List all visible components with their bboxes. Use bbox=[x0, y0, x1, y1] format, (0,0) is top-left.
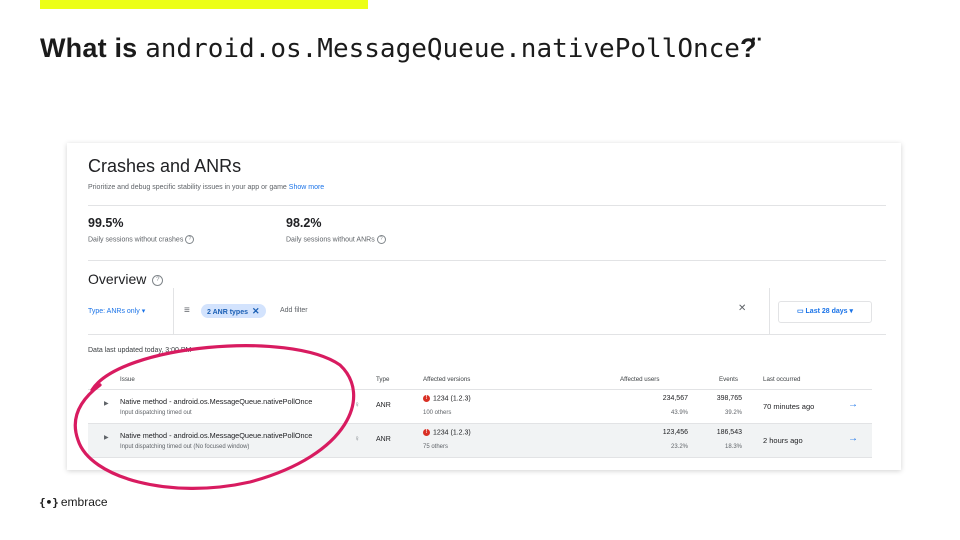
table-row[interactable]: ▶ Native method - android.os.MessageQueu… bbox=[88, 389, 872, 423]
anr-free-label-text: Daily sessions without ANRs bbox=[286, 236, 375, 244]
events-pct: 39.2% bbox=[724, 410, 742, 416]
slide-title-code: android.os.MessageQueue.nativePollOnce bbox=[145, 34, 740, 64]
events-count: 186,543 bbox=[716, 429, 742, 436]
last-occurred: 2 hours ago bbox=[763, 436, 803, 445]
slide-title-suffix: ?̈ bbox=[739, 33, 757, 63]
page-subtitle-text: Prioritize and debug specific stability … bbox=[88, 184, 287, 191]
lightbulb-icon: ♀ bbox=[354, 400, 360, 409]
issue-type: ANR bbox=[376, 402, 391, 409]
error-icon: ! bbox=[423, 395, 430, 402]
affected-versions-others: 100 others bbox=[423, 410, 452, 416]
expand-icon[interactable]: ▶ bbox=[104, 400, 109, 407]
divider bbox=[173, 288, 174, 334]
anr-types-chip[interactable]: 2 ANR types ✕ bbox=[201, 304, 266, 318]
accent-bar bbox=[40, 0, 368, 9]
close-icon[interactable]: ✕ bbox=[252, 306, 260, 316]
affected-version: ! 1234 (1.2.3) bbox=[423, 395, 471, 402]
crash-free-label: Daily sessions without crashes? bbox=[88, 235, 195, 244]
slide-title: What is android.os.MessageQueue.nativePo… bbox=[40, 33, 757, 64]
add-filter-input[interactable]: Add filter bbox=[280, 307, 308, 314]
data-updated-text: Data last updated today, 3:00 PM bbox=[88, 347, 192, 354]
column-header-type[interactable]: Type bbox=[376, 376, 389, 383]
divider bbox=[88, 260, 886, 261]
column-header-affected-users[interactable]: Affected users bbox=[620, 376, 659, 383]
date-range-label: Last 28 days bbox=[805, 308, 848, 315]
divider bbox=[88, 205, 886, 206]
overview-title: Overview ? bbox=[88, 271, 164, 287]
type-filter-dropdown[interactable]: Type: ANRs only ▾ bbox=[88, 307, 145, 315]
affected-version: ! 1234 (1.2.3) bbox=[423, 429, 471, 436]
table-row[interactable]: ▶ Native method - android.os.MessageQueu… bbox=[88, 423, 872, 458]
column-header-issue[interactable]: Issue bbox=[120, 376, 135, 383]
help-icon[interactable]: ? bbox=[185, 235, 195, 244]
divider bbox=[769, 288, 770, 334]
affected-users: 234,567 bbox=[662, 395, 688, 402]
affected-version-text: 1234 (1.2.3) bbox=[433, 429, 471, 437]
page-title: Crashes and ANRs bbox=[88, 156, 242, 176]
help-icon[interactable]: ? bbox=[376, 235, 386, 244]
arrow-right-icon[interactable]: → bbox=[848, 433, 858, 444]
divider bbox=[88, 334, 886, 335]
brand-footer: {•} embrace bbox=[39, 495, 108, 509]
issue-type: ANR bbox=[376, 436, 391, 443]
filter-icon[interactable]: ≡ bbox=[184, 305, 190, 316]
affected-users-pct: 23.2% bbox=[670, 444, 688, 450]
affected-users-pct: 43.9% bbox=[670, 410, 688, 416]
last-occurred: 70 minutes ago bbox=[763, 402, 815, 411]
page-subtitle: Prioritize and debug specific stability … bbox=[88, 184, 324, 191]
show-more-link[interactable]: Show more bbox=[289, 184, 324, 191]
affected-users-cell: 234,567 43.9% bbox=[628, 390, 688, 423]
affected-users-cell: 123,456 23.2% bbox=[628, 424, 688, 457]
anr-types-chip-label: 2 ANR types bbox=[207, 309, 248, 316]
affected-users: 123,456 bbox=[662, 429, 688, 436]
slide-title-prefix: What is bbox=[40, 33, 146, 63]
embrace-logo-icon: {•} bbox=[39, 496, 59, 509]
lightbulb-icon: ♀ bbox=[354, 434, 360, 443]
column-header-events[interactable]: Events bbox=[719, 376, 738, 383]
events-count: 398,765 bbox=[716, 395, 742, 402]
expand-icon[interactable]: ▶ bbox=[104, 434, 109, 441]
help-icon[interactable]: ? bbox=[152, 274, 164, 286]
calendar-icon: ▭ bbox=[796, 308, 806, 315]
events-cell: 398,765 39.2% bbox=[698, 390, 742, 423]
console-screenshot: Crashes and ANRs Prioritize and debug sp… bbox=[67, 143, 901, 470]
issue-subtitle: Input dispatching timed out bbox=[120, 410, 192, 416]
issue-title[interactable]: Native method - android.os.MessageQueue.… bbox=[120, 397, 312, 406]
anr-free-value: 98.2% bbox=[286, 216, 322, 230]
brand-name: embrace bbox=[60, 495, 108, 509]
issue-subtitle: Input dispatching timed out (No focused … bbox=[120, 444, 250, 450]
issue-title[interactable]: Native method - android.os.MessageQueue.… bbox=[120, 431, 312, 440]
crash-free-label-text: Daily sessions without crashes bbox=[88, 236, 184, 244]
column-header-affected-versions[interactable]: Affected versions bbox=[423, 376, 470, 383]
date-range-button[interactable]: ▭ Last 28 days ▾ bbox=[778, 301, 872, 323]
column-header-last-occurred[interactable]: Last occurred bbox=[763, 376, 801, 383]
clear-filters-icon[interactable]: ✕ bbox=[738, 303, 746, 314]
affected-versions-others: 75 others bbox=[423, 444, 449, 450]
events-cell: 186,543 18.3% bbox=[698, 424, 742, 457]
affected-version-text: 1234 (1.2.3) bbox=[433, 395, 471, 403]
events-pct: 18.3% bbox=[724, 444, 742, 450]
crash-free-value: 99.5% bbox=[88, 216, 124, 230]
error-icon: ! bbox=[423, 429, 430, 436]
anr-free-label: Daily sessions without ANRs? bbox=[286, 235, 386, 244]
overview-title-text: Overview bbox=[88, 271, 147, 287]
arrow-right-icon[interactable]: → bbox=[848, 399, 858, 410]
chevron-down-icon: ▾ bbox=[847, 308, 854, 315]
